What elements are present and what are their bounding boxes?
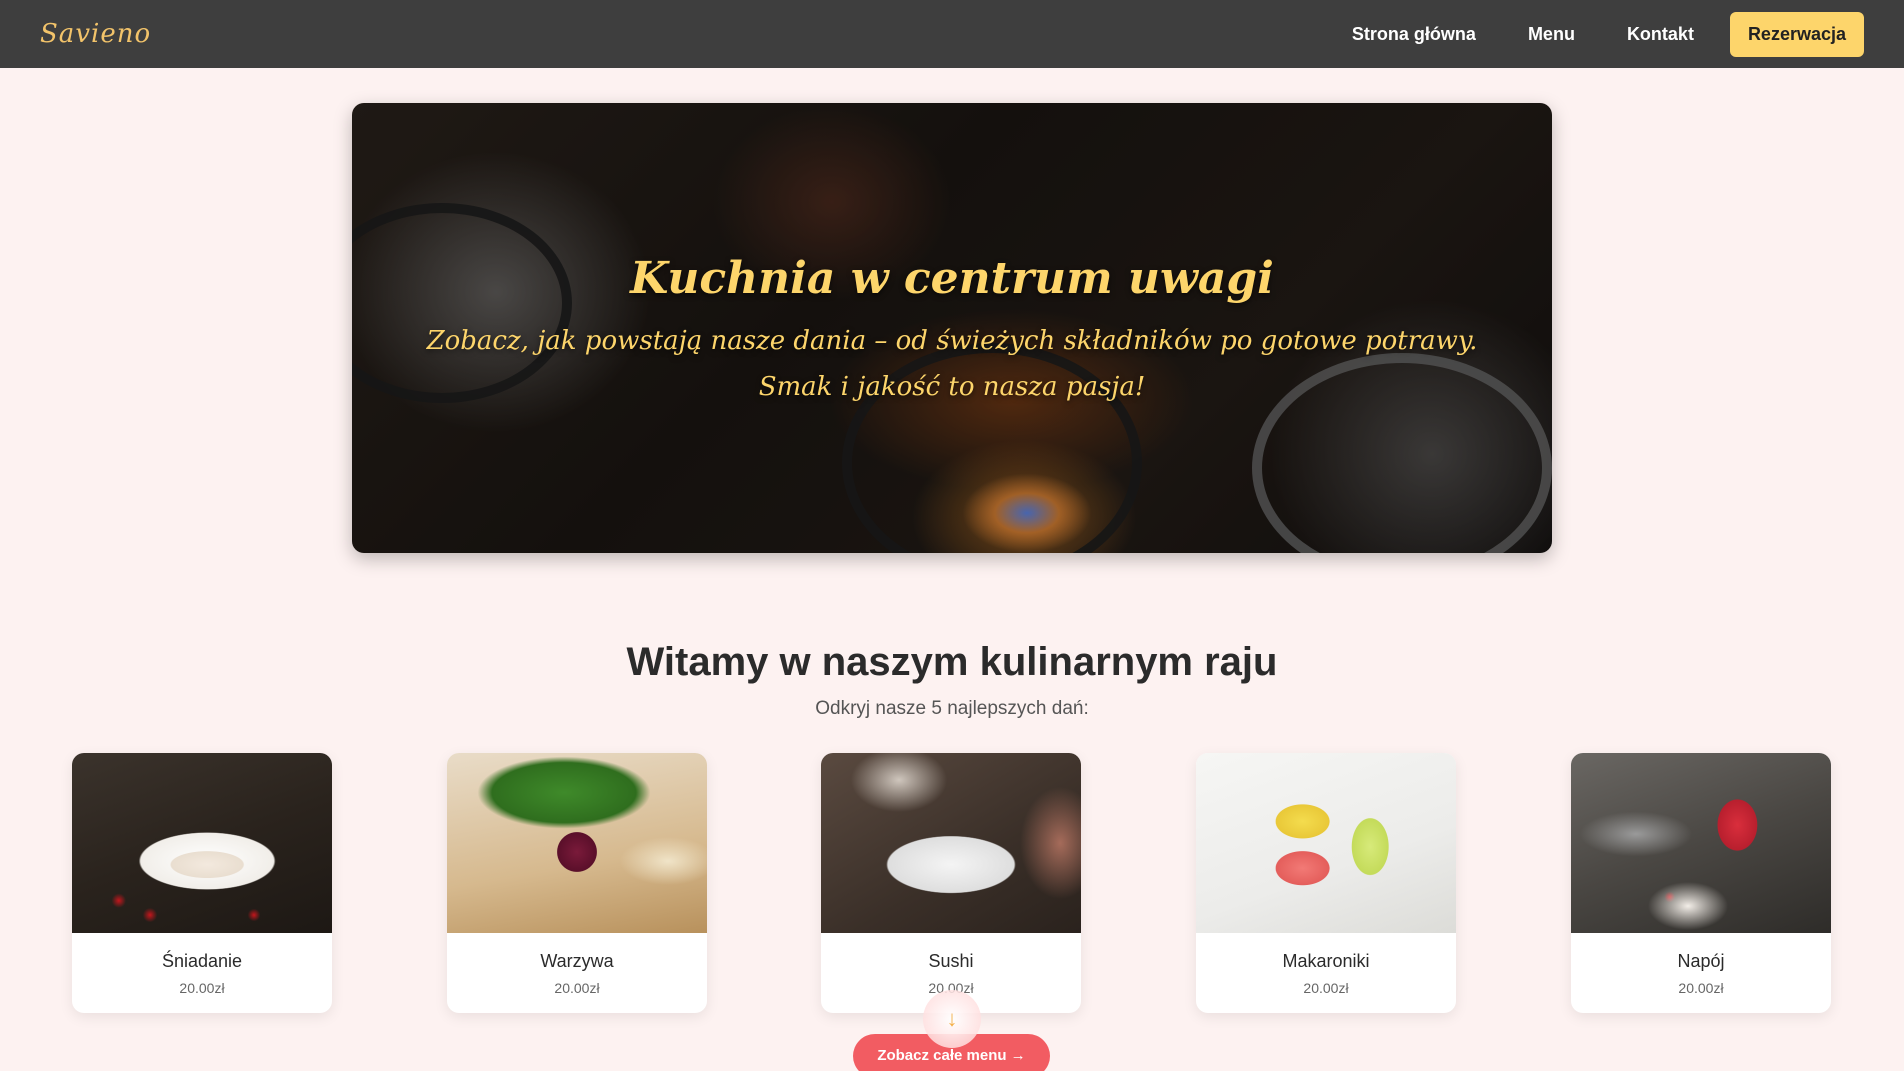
dish-image [1196, 753, 1456, 933]
dish-name: Śniadanie [161, 951, 243, 971]
hero-banner: Kuchnia w centrum uwagi Zobacz, jak pows… [352, 103, 1552, 553]
dish-name: Sushi [928, 951, 974, 971]
dish-image [821, 753, 1081, 933]
logo[interactable]: Savieno [40, 19, 151, 49]
dish-price: 20.00zł [554, 980, 600, 996]
reservation-button[interactable]: Rezerwacja [1729, 11, 1864, 57]
dish-card-vegetables[interactable]: Warzywa 20.00zł [447, 753, 707, 1013]
dish-image [447, 753, 707, 933]
dish-card-breakfast[interactable]: Śniadanie 20.00zł [72, 753, 332, 1013]
dish-price: 20.00zł [179, 980, 225, 996]
nav-link-menu[interactable]: Menu [1528, 24, 1575, 45]
hero-text: Kuchnia w centrum uwagi Zobacz, jak pows… [352, 253, 1552, 410]
nav-links: Strona główna Menu Kontakt Rezerwacja [1300, 11, 1864, 57]
dish-card-macarons[interactable]: Makaroniki 20.00zł [1196, 753, 1456, 1013]
hero-title: Kuchnia w centrum uwagi [630, 253, 1274, 304]
dish-name: Napój [1677, 951, 1725, 971]
dish-image [1571, 753, 1831, 933]
welcome-subtitle: Odkryj nasze 5 najlepszych dań: [815, 698, 1089, 719]
dish-price: 20.00zł [1678, 980, 1724, 996]
dish-price: 20.00zł [1303, 980, 1349, 996]
nav-link-contact[interactable]: Kontakt [1627, 24, 1694, 45]
dish-name: Makaroniki [1282, 951, 1370, 971]
nav-link-home[interactable]: Strona główna [1352, 24, 1476, 45]
welcome-title: Witamy w naszym kulinarnym raju [626, 640, 1278, 684]
dish-name: Warzywa [540, 951, 614, 971]
dish-card-drink[interactable]: Napój 20.00zł [1571, 753, 1831, 1013]
dish-card-sushi[interactable]: Sushi 20.00zł [821, 753, 1081, 1013]
arrow-down-icon[interactable]: ↓ [923, 990, 981, 1048]
hero-subtitle: Zobacz, jak powstają nasze dania – od św… [426, 326, 1478, 402]
navbar: Savieno Strona główna Menu Kontakt Rezer… [0, 0, 1904, 68]
dish-image [72, 753, 332, 933]
